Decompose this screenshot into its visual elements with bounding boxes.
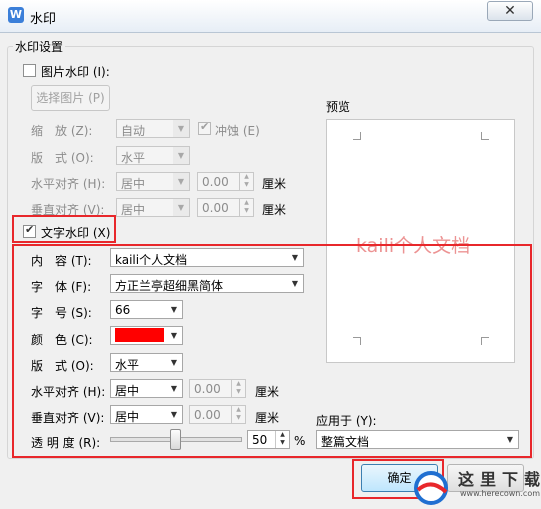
title-bar: W 水印 ✕: [0, 0, 541, 33]
chevron-down-icon: ▼: [173, 199, 189, 216]
picture-halign-label: 水平对齐 (H):: [31, 177, 106, 191]
scale-select[interactable]: 自动 ▼: [116, 119, 190, 138]
picture-valign-unit: 厘米: [262, 203, 287, 217]
group-title: 水印设置: [13, 38, 66, 55]
chevron-down-icon: ▼: [173, 120, 189, 137]
site-logo-text: 这里下载: [458, 470, 541, 489]
wps-app-icon: W: [8, 7, 24, 23]
site-logo-icon: [414, 471, 448, 505]
site-logo-url: www.herecown.com: [460, 489, 540, 498]
chevron-down-icon: ▼: [173, 147, 189, 164]
spin-arrows-icon: ▲ ▼: [239, 199, 253, 216]
scale-label: 缩 放 (Z):: [31, 124, 93, 138]
picture-halign-select[interactable]: 居中 ▼: [116, 172, 190, 191]
washout-checkbox[interactable]: [198, 120, 211, 135]
highlight-text-watermark-settings: [12, 244, 532, 458]
picture-halign-offset-spinner[interactable]: 0.00 ▲ ▼: [197, 172, 254, 191]
spin-arrows-icon: ▲ ▼: [239, 173, 253, 190]
picture-layout-select[interactable]: 水平 ▼: [116, 146, 190, 165]
preview-label: 预览: [326, 100, 351, 114]
picture-halign-unit: 厘米: [262, 177, 287, 191]
chevron-down-icon: ▼: [173, 173, 189, 190]
page-corner-mark: [481, 132, 489, 140]
select-picture-button[interactable]: 选择图片 (P): [31, 85, 110, 111]
close-button[interactable]: ✕: [487, 1, 533, 21]
page-corner-mark: [353, 132, 361, 140]
picture-valign-select[interactable]: 居中 ▼: [116, 198, 190, 217]
picture-layout-label: 版 式 (O):: [31, 151, 94, 165]
highlight-text-watermark-checkbox: [12, 215, 116, 243]
picture-watermark-label: 图片水印 (I):: [41, 65, 110, 79]
window-title: 水印: [30, 12, 57, 27]
washout-label: 冲蚀 (E): [215, 124, 260, 138]
picture-watermark-checkbox[interactable]: [23, 64, 36, 77]
picture-valign-offset-spinner[interactable]: 0.00 ▲ ▼: [197, 198, 254, 217]
